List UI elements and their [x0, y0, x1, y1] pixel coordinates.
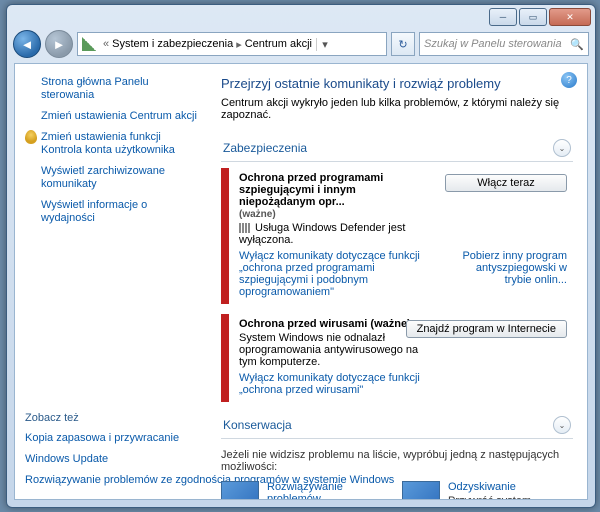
seealso-update[interactable]: Windows Update — [25, 449, 207, 470]
section-security-header[interactable]: Zabezpieczenia ⌄ — [221, 135, 573, 162]
sidebar-link-settings[interactable]: Zmień ustawienia Centrum akcji — [25, 106, 197, 127]
content-area: Strona główna Panelu sterowania Zmień us… — [14, 63, 588, 500]
close-button[interactable]: ✕ — [549, 8, 591, 26]
forward-button[interactable]: ► — [45, 30, 73, 58]
section-maintenance-header[interactable]: Konserwacja ⌄ — [221, 412, 573, 439]
seealso-backup[interactable]: Kopia zapasowa i przywracanie — [25, 428, 207, 449]
refresh-button[interactable]: ↻ — [391, 32, 415, 56]
sidebar: Strona główna Panelu sterowania Zmień us… — [15, 64, 207, 499]
search-placeholder: Szukaj w Panelu sterowania — [424, 38, 562, 50]
troubleshoot-icon — [221, 481, 259, 499]
tool-desc: Przywróć system komputera do wcześniejsz… — [448, 495, 573, 499]
see-also-heading: Zobacz też — [25, 412, 207, 424]
page-intro: Centrum akcji wykryło jeden lub kilka pr… — [221, 97, 573, 121]
seealso-compat[interactable]: Rozwiązywanie problemów ze zgodnością pr… — [25, 470, 207, 491]
tool-troubleshoot: Rozwiązywanie problemów Znajdź i rozwiąż… — [221, 481, 392, 499]
help-button[interactable]: ? — [561, 72, 577, 88]
chevron-down-icon[interactable]: ⌄ — [553, 139, 571, 157]
tool-recovery-link[interactable]: Odzyskiwanie — [448, 481, 573, 493]
tools-row: Rozwiązywanie problemów Znajdź i rozwiąż… — [221, 481, 573, 499]
alert-virus: Ochrona przed wirusami (ważne) Znajdź pr… — [221, 314, 573, 402]
action-center-icon — [82, 37, 96, 51]
footer-note: Jeżeli nie widzisz problemu na liście, w… — [221, 449, 573, 473]
address-dropdown[interactable]: ▾ — [316, 38, 333, 51]
breadcrumb-sep: ▸ — [236, 38, 242, 51]
main-panel: ? Przejrzyj ostatnie komunikaty i rozwią… — [207, 64, 587, 499]
window-frame: ─ ▭ ✕ ◄ ► « System i zabezpieczenia ▸ Ce… — [6, 4, 596, 508]
nav-toolbar: ◄ ► « System i zabezpieczenia ▸ Centrum … — [7, 29, 595, 59]
search-icon[interactable]: 🔍 — [570, 38, 584, 51]
titlebar[interactable]: ─ ▭ ✕ — [7, 5, 595, 29]
sidebar-link-perf[interactable]: Wyświetl informacje o wydajności — [25, 195, 197, 229]
breadcrumb-sep: « — [103, 38, 109, 50]
recovery-icon — [402, 481, 440, 499]
find-program-button[interactable]: Znajdź program w Internecie — [406, 320, 567, 338]
chevron-down-icon[interactable]: ⌄ — [553, 416, 571, 434]
back-button[interactable]: ◄ — [13, 30, 41, 58]
enable-now-button[interactable]: Włącz teraz — [445, 174, 567, 192]
address-bar[interactable]: « System i zabezpieczenia ▸ Centrum akcj… — [77, 32, 387, 56]
section-security-label: Zabezpieczenia — [223, 141, 307, 155]
maximize-button[interactable]: ▭ — [519, 8, 547, 26]
tool-recovery: Odzyskiwanie Przywróć system komputera d… — [402, 481, 573, 499]
see-also-section: Zobacz też Kopia zapasowa i przywracanie… — [25, 412, 207, 491]
sidebar-link-archived[interactable]: Wyświetl zarchiwizowane komunikaty — [25, 161, 197, 195]
sidebar-link-home[interactable]: Strona główna Panelu sterowania — [25, 72, 197, 106]
alert-spyware: Ochrona przed programami szpiegującymi i… — [221, 168, 573, 304]
page-title: Przejrzyj ostatnie komunikaty i rozwiąż … — [221, 76, 573, 91]
alert-disable-link[interactable]: Wyłącz komunikaty dotyczące funkcji „och… — [239, 372, 565, 396]
sidebar-link-uac[interactable]: Zmień ustawienia funkcji Kontrola konta … — [25, 127, 197, 161]
breadcrumb-current[interactable]: Centrum akcji — [245, 38, 312, 50]
breadcrumb-parent[interactable]: System i zabezpieczenia — [112, 38, 233, 50]
defender-icon — [239, 223, 251, 233]
tool-troubleshoot-link[interactable]: Rozwiązywanie problemów — [267, 481, 392, 499]
minimize-button[interactable]: ─ — [489, 8, 517, 26]
alert-message: Usługa Windows Defender jest wyłączona. — [239, 222, 565, 246]
search-input[interactable]: Szukaj w Panelu sterowania 🔍 — [419, 32, 589, 56]
alert-download-link[interactable]: Pobierz inny program antyszpiegowski w t… — [447, 250, 567, 286]
section-maintenance-label: Konserwacja — [223, 418, 292, 432]
